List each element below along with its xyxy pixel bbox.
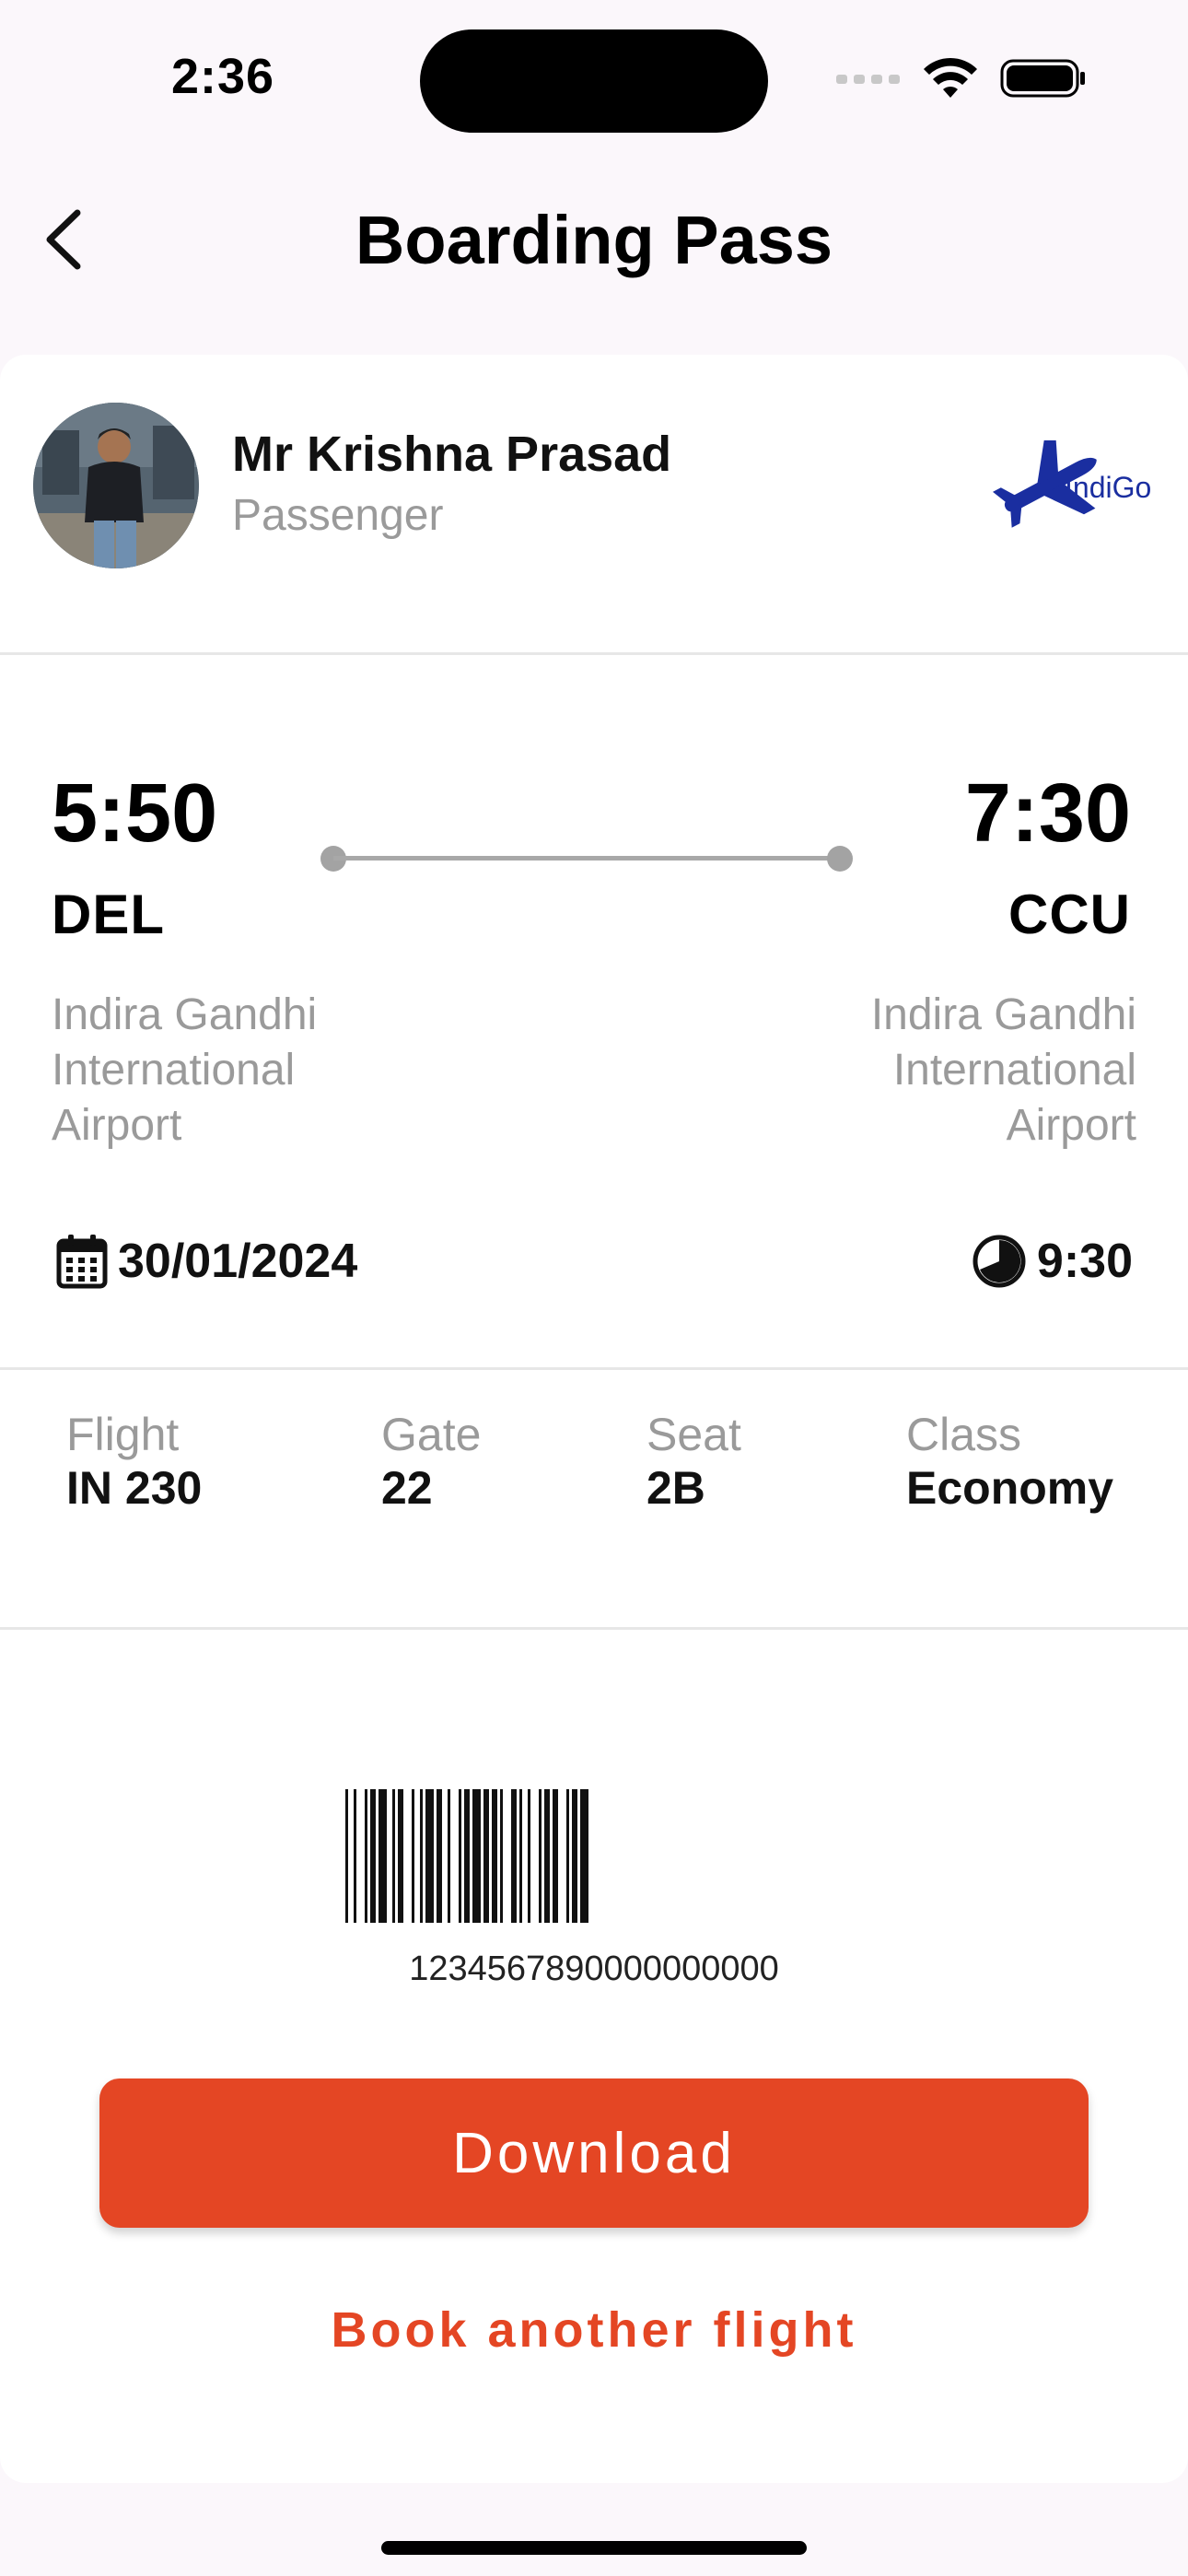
- barcode-bar: [580, 1789, 588, 1923]
- barcode-bar: [437, 1789, 442, 1923]
- flight-duration: 9:30: [971, 1233, 1133, 1290]
- route-line: [333, 856, 840, 861]
- barcode-bar: [500, 1789, 503, 1923]
- barcode-bar: [425, 1789, 434, 1923]
- divider: [0, 1627, 1188, 1630]
- clock-icon: [973, 1235, 1026, 1288]
- wifi-icon: [924, 57, 977, 98]
- info-flight: Flight IN 230: [66, 1408, 202, 1515]
- barcode-bar: [472, 1789, 481, 1923]
- barcode-bar: [464, 1789, 470, 1923]
- info-value: Economy: [906, 1462, 1114, 1514]
- page-title: Boarding Pass: [355, 202, 833, 278]
- status-icons: [836, 57, 1087, 100]
- status-time: 2:36: [171, 49, 275, 104]
- barcode-bar: [519, 1789, 522, 1923]
- info-label: Gate: [381, 1409, 482, 1460]
- download-button[interactable]: Download: [99, 2078, 1089, 2228]
- barcode-number: 1234567890000000000: [409, 1950, 779, 1988]
- barcode-bar: [553, 1789, 558, 1923]
- barcode-bar: [459, 1789, 461, 1923]
- barcode-bar: [392, 1789, 395, 1923]
- airline-logo: IndiGo: [991, 433, 1157, 537]
- cellular-signal-icon: [836, 75, 900, 84]
- departure-time: 5:50: [52, 767, 218, 860]
- info-class: Class Economy: [906, 1408, 1113, 1515]
- barcode-bar: [398, 1789, 403, 1923]
- info-value: 22: [381, 1462, 433, 1514]
- passenger-name: Mr Krishna Prasad: [232, 427, 672, 482]
- info-seat: Seat 2B: [646, 1408, 741, 1515]
- barcode-bar: [379, 1789, 387, 1923]
- info-gate: Gate 22: [381, 1408, 481, 1515]
- flight-date-text: 30/01/2024: [118, 1235, 358, 1288]
- barcode-bar: [370, 1789, 376, 1923]
- barcode-bar: [420, 1789, 423, 1923]
- barcode-bar: [528, 1789, 530, 1923]
- flight-date: 30/01/2024: [55, 1233, 357, 1290]
- passenger-role: Passenger: [232, 491, 444, 540]
- barcode-bar: [365, 1789, 367, 1923]
- barcode-bar: [566, 1789, 569, 1923]
- barcode-bar: [511, 1789, 517, 1923]
- barcode-bar: [483, 1789, 489, 1923]
- airline-logo-text: IndiGo: [1065, 471, 1151, 504]
- avatar: [33, 403, 199, 568]
- calendar-icon: [56, 1235, 108, 1289]
- info-label: Seat: [646, 1409, 741, 1460]
- arrival-time: 7:30: [964, 767, 1131, 860]
- book-another-flight-link[interactable]: Book another flight: [0, 2301, 1188, 2359]
- barcode-bar: [544, 1789, 550, 1923]
- barcode-bar: [354, 1789, 356, 1923]
- divider: [0, 1367, 1188, 1370]
- home-indicator[interactable]: [381, 2541, 807, 2555]
- departure-airport: Indira Gandhi International Airport: [52, 990, 318, 1150]
- battery-icon: [1000, 59, 1085, 98]
- arrival-code: CCU: [1008, 884, 1131, 945]
- barcode-bar: [572, 1789, 577, 1923]
- divider: [0, 652, 1188, 655]
- flight-duration-text: 9:30: [1036, 1235, 1133, 1288]
- barcode-bar: [539, 1789, 542, 1923]
- info-label: Flight: [66, 1409, 180, 1460]
- barcode: [345, 1789, 588, 1923]
- airplane-icon: IndiGo: [992, 433, 1151, 528]
- barcode-bar: [345, 1789, 348, 1923]
- dynamic-island: [420, 29, 768, 133]
- route-end-dot: [827, 846, 853, 872]
- info-value: 2B: [646, 1462, 705, 1514]
- departure-code: DEL: [52, 884, 165, 945]
- arrival-airport: Indira Gandhi International Airport: [870, 990, 1136, 1150]
- barcode-bar: [448, 1789, 450, 1923]
- info-value: IN 230: [66, 1462, 203, 1514]
- info-label: Class: [906, 1409, 1022, 1460]
- barcode-bar: [492, 1789, 497, 1923]
- barcode-bar: [412, 1789, 414, 1923]
